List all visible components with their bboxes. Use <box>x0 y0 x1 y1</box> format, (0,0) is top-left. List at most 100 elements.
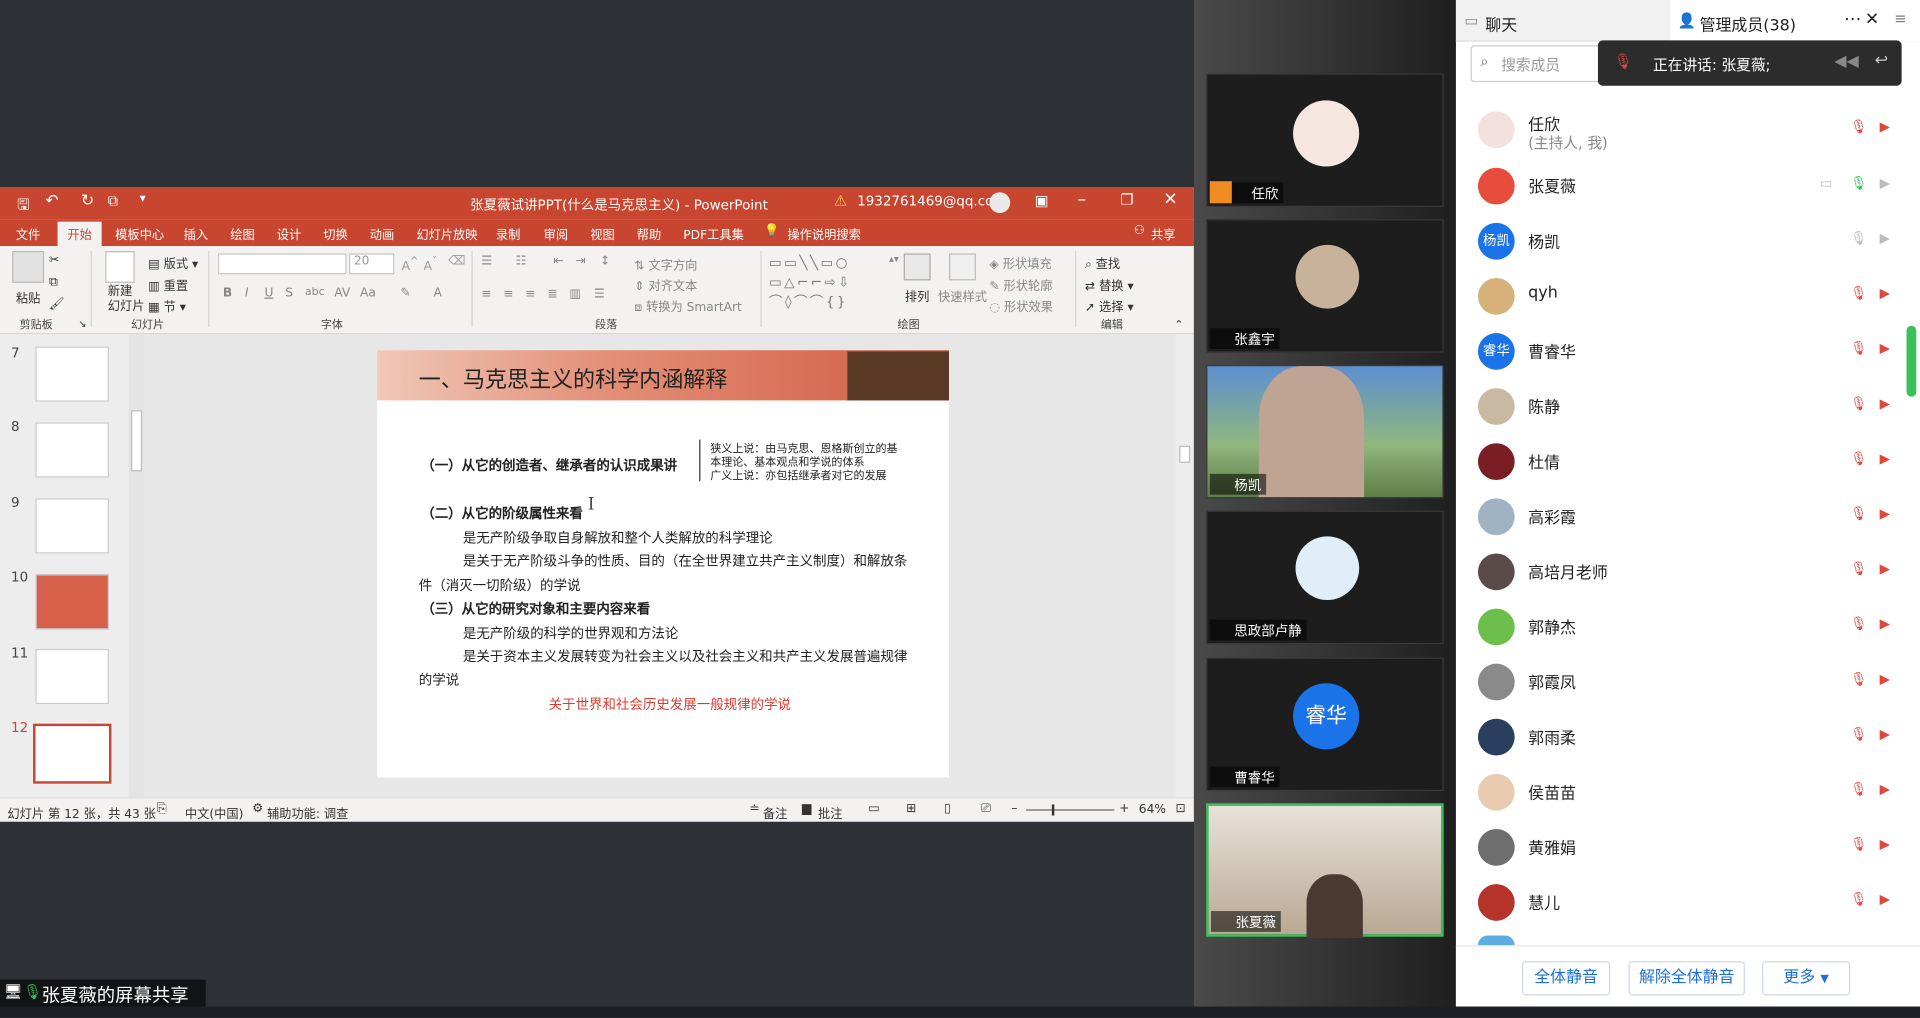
list-item[interactable]: 侯苗苗 🎙 ▶ <box>1456 764 1920 819</box>
camera-icon[interactable]: ▶ <box>1880 175 1897 195</box>
list-item[interactable]: 杜倩 🎙 ▶ <box>1456 433 1920 488</box>
highlight-icon[interactable]: ✎ <box>400 287 410 300</box>
list-item[interactable]: 高培月老师 🎙 ▶ <box>1456 544 1920 599</box>
section-button[interactable]: ▦ 节 ▾ <box>148 296 186 314</box>
zoom-in-icon[interactable]: + <box>1119 802 1129 815</box>
tab-template-center[interactable]: 模板中心 <box>115 224 164 242</box>
share-button[interactable]: 共享 <box>1151 224 1175 242</box>
slide-sorter-icon[interactable]: ⊞ <box>906 802 916 815</box>
list-item[interactable]: 郭静杰 🎙 ▶ <box>1456 599 1920 654</box>
align-text-button[interactable]: ⇕ 对齐文本 <box>634 276 697 293</box>
tab-members[interactable]: 管理成员(38) <box>1700 12 1796 35</box>
mic-muted-icon[interactable]: 🎙 <box>1850 119 1867 139</box>
clear-format-icon[interactable]: ⌫ <box>448 255 465 268</box>
text-direction-button[interactable]: ⇅ 文字方向 <box>634 255 697 273</box>
mic-muted-icon[interactable]: 🎙 <box>1850 726 1867 746</box>
account-email[interactable]: 1932761469@qq.com <box>857 193 1006 209</box>
tab-insert[interactable]: 插入 <box>184 224 208 242</box>
video-tile[interactable]: 任欣 <box>1206 73 1444 207</box>
scrollbar-thumb[interactable] <box>131 410 143 472</box>
camera-off-icon[interactable]: ▶ <box>1880 781 1897 801</box>
zoom-slider[interactable] <box>1026 809 1115 811</box>
underline-icon[interactable]: U <box>264 287 273 300</box>
list-item[interactable]: 高彩霞 🎙 ▶ <box>1456 489 1920 544</box>
shape-fill-button[interactable]: ◈ 形状填充 <box>989 253 1051 271</box>
smartart-button[interactable]: ⧈ 转换为 SmartArt <box>634 296 742 314</box>
tab-transitions[interactable]: 切换 <box>323 224 347 242</box>
mic-muted-icon[interactable]: 🎙 <box>1850 396 1867 416</box>
restore-icon[interactable]: ❐ <box>1120 191 1133 208</box>
reset-button[interactable]: ▥ 重置 <box>148 276 188 293</box>
shrink-font-icon[interactable]: Aˇ <box>424 255 437 274</box>
tab-pdf-tools[interactable]: PDF工具集 <box>683 224 744 242</box>
decrease-indent-icon[interactable]: ⇤ <box>553 255 563 268</box>
tab-help[interactable]: 帮助 <box>637 224 661 242</box>
zoom-slider-thumb[interactable] <box>1051 804 1055 816</box>
list-item[interactable]: 郭雨柔 🎙 ▶ <box>1456 709 1920 764</box>
normal-view-icon[interactable]: ▭ <box>868 802 880 815</box>
mic-muted-icon[interactable]: 🎙 <box>1850 781 1867 801</box>
list-item[interactable]: 郭霞凤 🎙 ▶ <box>1456 654 1920 709</box>
change-case-icon[interactable]: Aa <box>360 287 376 300</box>
font-color-icon[interactable]: A <box>433 287 441 300</box>
slide[interactable]: 一、马克思主义的科学内涵解释 （一）从它的创造者、继承者的认识成果讲 狭义上说：… <box>377 350 949 778</box>
video-tile[interactable]: 睿华 曹睿华 <box>1206 657 1444 792</box>
align-left-icon[interactable]: ≡ <box>481 288 491 301</box>
tab-chat[interactable]: 聊天 <box>1485 12 1517 35</box>
account-avatar[interactable] <box>989 192 1011 214</box>
tab-design[interactable]: 设计 <box>277 224 301 242</box>
close-panel-icon[interactable]: ✕ <box>1865 10 1879 30</box>
ribbon-display-icon[interactable]: ▣ <box>1035 192 1049 209</box>
tab-record[interactable]: 录制 <box>496 224 520 242</box>
undo-icon[interactable]: ↶ <box>45 192 58 210</box>
line-spacing-icon[interactable]: ↕ <box>600 255 610 268</box>
new-slide-button[interactable]: 新建 幻灯片 <box>108 285 145 314</box>
thumbnail-scrollbar[interactable] <box>128 334 145 798</box>
mic-muted-icon[interactable]: 🎙 <box>1850 506 1867 526</box>
bullets-icon[interactable]: ☰ <box>481 255 492 268</box>
video-tile[interactable]: 杨凯 <box>1206 364 1444 499</box>
tab-review[interactable]: 审阅 <box>544 224 568 242</box>
list-item[interactable]: 张夏薇 ▭ 🎙 ▶ <box>1456 158 1920 213</box>
shadow-icon[interactable]: S <box>285 287 293 300</box>
tab-animations[interactable]: 动画 <box>370 224 394 242</box>
shape-outline-button[interactable]: ✎ 形状轮廓 <box>989 276 1052 293</box>
bold-icon[interactable]: B <box>223 287 232 300</box>
paste-label[interactable]: 粘贴 <box>16 288 40 306</box>
slideshow-view-icon[interactable]: ⎚ <box>981 802 991 815</box>
shape-effects-button[interactable]: ◌ 形状效果 <box>989 296 1053 314</box>
justify-icon[interactable]: ≣ <box>547 288 557 301</box>
scrollbar-thumb[interactable] <box>1179 445 1191 463</box>
video-tile-active-speaker[interactable]: 张夏薇 <box>1206 803 1444 938</box>
video-tile[interactable]: 思政部卢静 <box>1206 510 1444 645</box>
more-icon[interactable]: ⋯ <box>1844 10 1861 30</box>
distribute-icon[interactable]: ☰ <box>594 288 605 301</box>
tell-me-search[interactable]: 操作说明搜索 <box>787 224 860 242</box>
slide-thumbnail-selected[interactable] <box>33 723 112 784</box>
list-item[interactable]: qyh 🎙 ▶ <box>1456 268 1920 323</box>
paste-icon[interactable] <box>12 251 45 283</box>
camera-off-icon[interactable]: ▶ <box>1880 119 1897 139</box>
canvas-scrollbar[interactable] <box>1175 334 1194 798</box>
zoom-out-icon[interactable]: – <box>1011 802 1017 815</box>
mic-muted-icon[interactable]: 🎙 <box>1850 561 1867 581</box>
grow-font-icon[interactable]: A^ <box>402 255 419 274</box>
reply-icon[interactable]: ↩ <box>1875 51 1888 69</box>
strikethrough-icon[interactable]: abc <box>305 287 325 299</box>
arrow-icon[interactable]: ◀◀ <box>1834 53 1858 71</box>
tab-slideshow[interactable]: 幻灯片放映 <box>416 224 477 242</box>
char-spacing-icon[interactable]: AV <box>334 287 350 300</box>
tab-home[interactable]: 开始 <box>57 221 102 247</box>
camera-off-icon[interactable]: ▶ <box>1880 726 1897 746</box>
cut-icon[interactable]: ✂ <box>49 253 59 266</box>
align-right-icon[interactable]: ≡ <box>525 288 535 301</box>
select-button[interactable]: ➚ 选择 ▾ <box>1085 296 1134 314</box>
font-size-combo[interactable]: 20 <box>348 253 395 275</box>
language-status[interactable]: 中文(中国) <box>185 803 244 821</box>
tab-draw[interactable]: 绘图 <box>230 224 254 242</box>
comments-button[interactable]: 批注 <box>818 803 842 821</box>
tab-file[interactable]: 文件 <box>16 224 40 242</box>
shapes-more-icon[interactable]: ▴▾ <box>889 253 899 264</box>
mic-muted-icon[interactable]: 🎙 <box>1850 836 1867 856</box>
mic-muted-icon[interactable]: 🎙 <box>1850 616 1867 636</box>
